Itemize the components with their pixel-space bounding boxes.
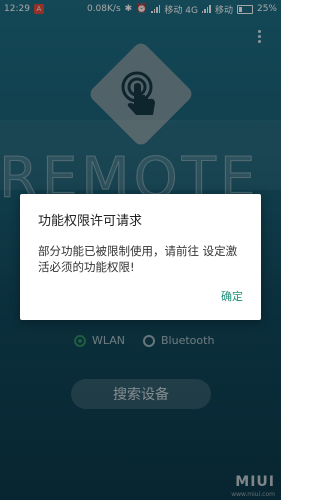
permission-dialog: 功能权限许可请求 部分功能已被限制使用，请前往 设定激活必须的功能权限! 确定 [20, 194, 261, 320]
dialog-message: 部分功能已被限制使用，请前往 设定激活必须的功能权限! [38, 244, 238, 274]
confirm-button[interactable]: 确定 [221, 288, 243, 304]
app-screen: 12:29 A 0.08K/s ✱ ⏰ 移动 4G 移动 25% REMOTE … [0, 0, 281, 500]
dialog-title: 功能权限许可请求 [38, 214, 143, 229]
